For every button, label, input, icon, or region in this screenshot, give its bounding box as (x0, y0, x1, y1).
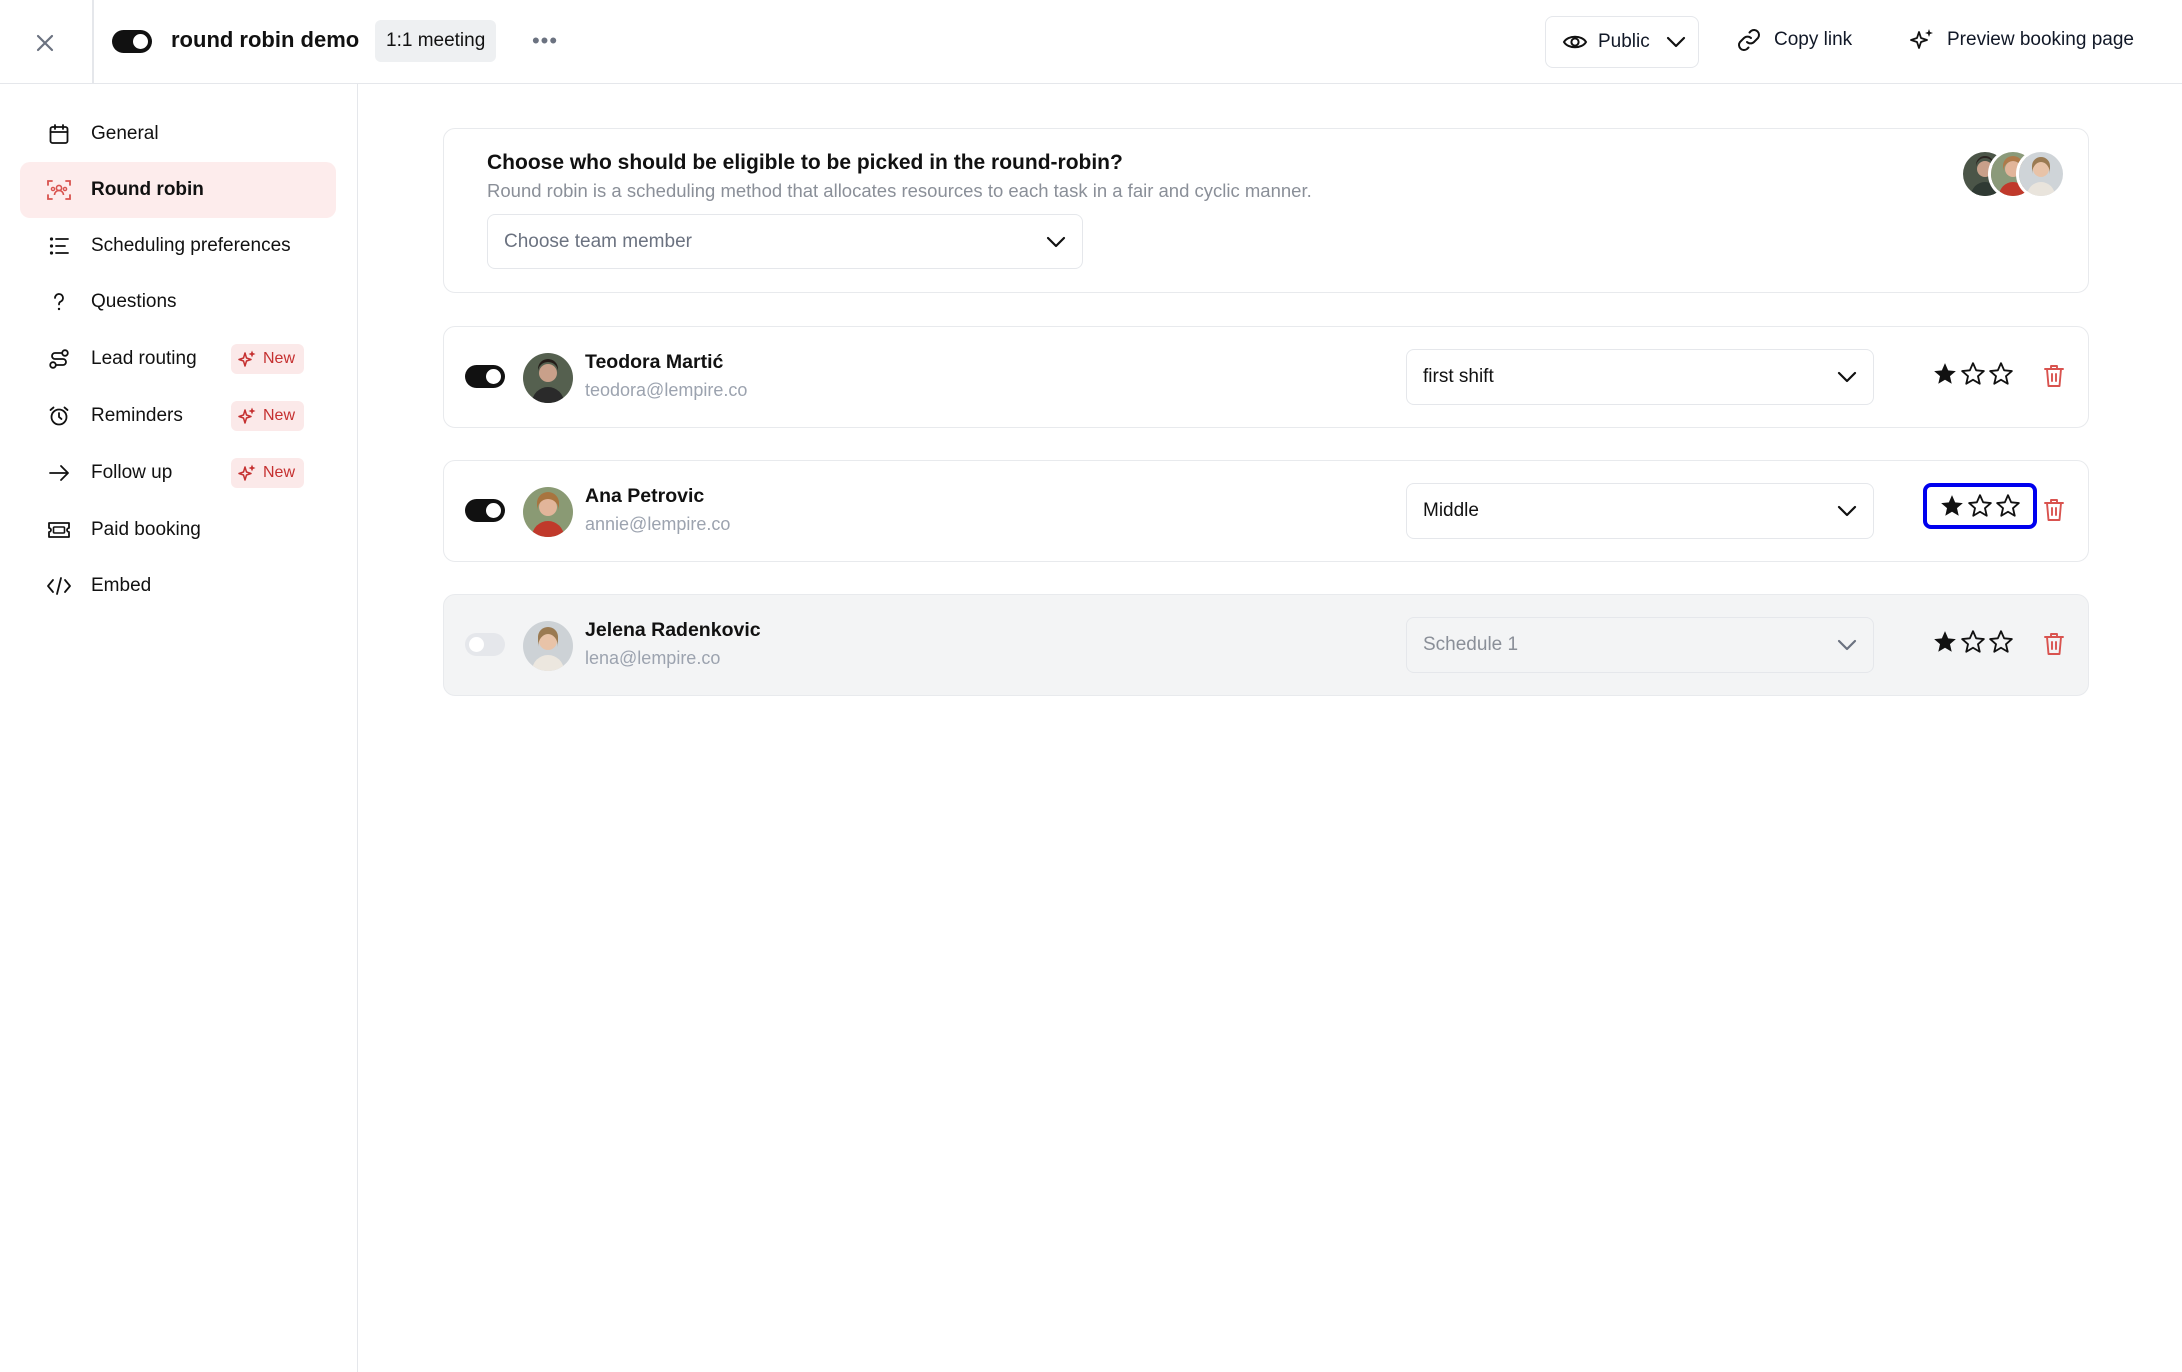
member-email: annie@lempire.co (585, 514, 731, 534)
sidebar-item-follow-up[interactable]: Follow up New (20, 445, 336, 501)
member-row: Teodora Martić teodora@lempire.co first … (443, 326, 2089, 428)
sparkles-icon (1910, 29, 1933, 49)
member-enabled-toggle[interactable] (465, 365, 505, 388)
sidebar-item-label: Reminders (91, 405, 183, 426)
chevron-down-icon (1837, 639, 1857, 651)
preview-label: Preview booking page (1947, 29, 2134, 50)
star-outline-icon[interactable] (1995, 493, 2021, 519)
member-row: Ana Petrovic annie@lempire.co Middle (443, 460, 2089, 562)
visibility-label: Public (1598, 31, 1650, 52)
event-title: round robin demo (171, 27, 360, 52)
star-outline-icon[interactable] (1960, 629, 1986, 655)
schedule-dropdown[interactable]: Middle (1406, 483, 1874, 539)
schedule-dropdown[interactable]: Schedule 1 (1406, 617, 1874, 673)
member-row: Jelena Radenkovic lena@lempire.co Schedu… (443, 594, 2089, 696)
avatar (523, 621, 573, 671)
sidebar-item-general[interactable]: General (20, 106, 336, 162)
trash-icon[interactable] (2040, 495, 2068, 525)
list-settings-icon (46, 233, 72, 259)
schedule-value: Middle (1423, 500, 1479, 521)
priority-rating[interactable] (1924, 355, 2022, 393)
sidebar-item-reminders[interactable]: Reminders New (20, 388, 336, 444)
member-name: Teodora Martić (585, 351, 724, 373)
trash-icon[interactable] (2040, 629, 2068, 659)
star-outline-icon[interactable] (1967, 493, 1993, 519)
visibility-dropdown[interactable]: Public (1545, 16, 1699, 68)
star-outline-icon[interactable] (1960, 361, 1986, 387)
more-options-icon[interactable]: ••• (530, 26, 560, 56)
question-mark-icon (46, 289, 72, 315)
event-active-toggle[interactable] (112, 30, 152, 53)
new-badge: New (231, 458, 305, 488)
star-filled-icon[interactable] (1932, 629, 1958, 655)
round-robin-settings-card: Choose who should be eligible to be pick… (443, 128, 2089, 293)
chevron-down-icon (1837, 505, 1857, 517)
sidebar-item-label: Lead routing (91, 348, 197, 369)
round-robin-description: Round robin is a scheduling method that … (487, 180, 1312, 201)
schedule-value: first shift (1423, 366, 1494, 387)
star-outline-icon[interactable] (1988, 629, 2014, 655)
dropdown-placeholder: Choose team member (504, 230, 692, 252)
sidebar-item-label: Embed (91, 575, 152, 596)
sparkle-icon (238, 464, 256, 481)
sidebar-item-lead-routing[interactable]: Lead routing New (20, 331, 336, 387)
meeting-type-badge: 1:1 meeting (375, 20, 497, 62)
sidebar-item-label: Follow up (91, 462, 173, 483)
sidebar-item-embed[interactable]: Embed (20, 558, 336, 614)
choose-team-member-dropdown[interactable]: Choose team member (487, 214, 1083, 269)
member-email: lena@lempire.co (585, 648, 721, 668)
copy-link-button[interactable]: Copy link (1736, 27, 1852, 53)
round-robin-title: Choose who should be eligible to be pick… (487, 151, 1123, 174)
sparkle-icon (238, 350, 256, 367)
alarm-clock-icon (46, 403, 72, 429)
star-outline-icon[interactable] (1988, 361, 2014, 387)
new-badge: New (231, 401, 305, 431)
team-scan-icon (46, 177, 72, 203)
avatar (2016, 149, 2066, 199)
top-bar: round robin demo 1:1 meeting ••• Public … (0, 0, 2182, 84)
sidebar-item-label: General (91, 123, 159, 144)
member-email: teodora@lempire.co (585, 380, 748, 400)
avatar (523, 487, 573, 537)
copy-link-label: Copy link (1774, 29, 1853, 50)
close-icon[interactable] (26, 24, 64, 62)
priority-rating[interactable] (1924, 623, 2022, 661)
new-badge: New (231, 344, 305, 374)
preview-booking-page-button[interactable]: Preview booking page (1909, 27, 2134, 53)
divider (92, 0, 94, 84)
sidebar-item-label: Questions (91, 291, 177, 312)
member-enabled-toggle[interactable] (465, 633, 505, 656)
schedule-value: Schedule 1 (1423, 634, 1519, 655)
priority-rating[interactable] (1923, 483, 2037, 529)
arrow-right-icon (46, 460, 72, 486)
link-icon (1738, 29, 1760, 51)
star-filled-icon[interactable] (1932, 361, 1958, 387)
member-name: Jelena Radenkovic (585, 619, 761, 641)
avatar-stack (1960, 149, 2068, 199)
schedule-dropdown[interactable]: first shift (1406, 349, 1874, 405)
sidebar-item-round-robin[interactable]: Round robin (20, 162, 336, 218)
star-filled-icon[interactable] (1939, 493, 1965, 519)
chevron-down-icon (1837, 371, 1857, 383)
sidebar-item-paid-booking[interactable]: Paid booking (20, 502, 336, 558)
calendar-icon (46, 121, 72, 147)
sidebar: General Round robin Scheduling preferenc… (0, 84, 358, 1372)
avatar (523, 353, 573, 403)
sparkle-icon (238, 407, 256, 424)
sidebar-item-label: Round robin (91, 179, 204, 200)
sidebar-item-questions[interactable]: Questions (20, 274, 336, 330)
code-icon (46, 573, 72, 599)
sidebar-item-label: Paid booking (91, 519, 201, 540)
member-enabled-toggle[interactable] (465, 499, 505, 522)
sidebar-item-label: Scheduling preferences (91, 235, 291, 256)
chevron-down-icon (1666, 36, 1685, 48)
sidebar-item-scheduling-preferences[interactable]: Scheduling preferences (20, 218, 336, 274)
eye-icon (1562, 35, 1588, 49)
route-icon (46, 346, 72, 372)
trash-icon[interactable] (2040, 361, 2068, 391)
member-name: Ana Petrovic (585, 485, 705, 507)
ticket-icon (46, 517, 72, 543)
chevron-down-icon (1046, 236, 1066, 247)
